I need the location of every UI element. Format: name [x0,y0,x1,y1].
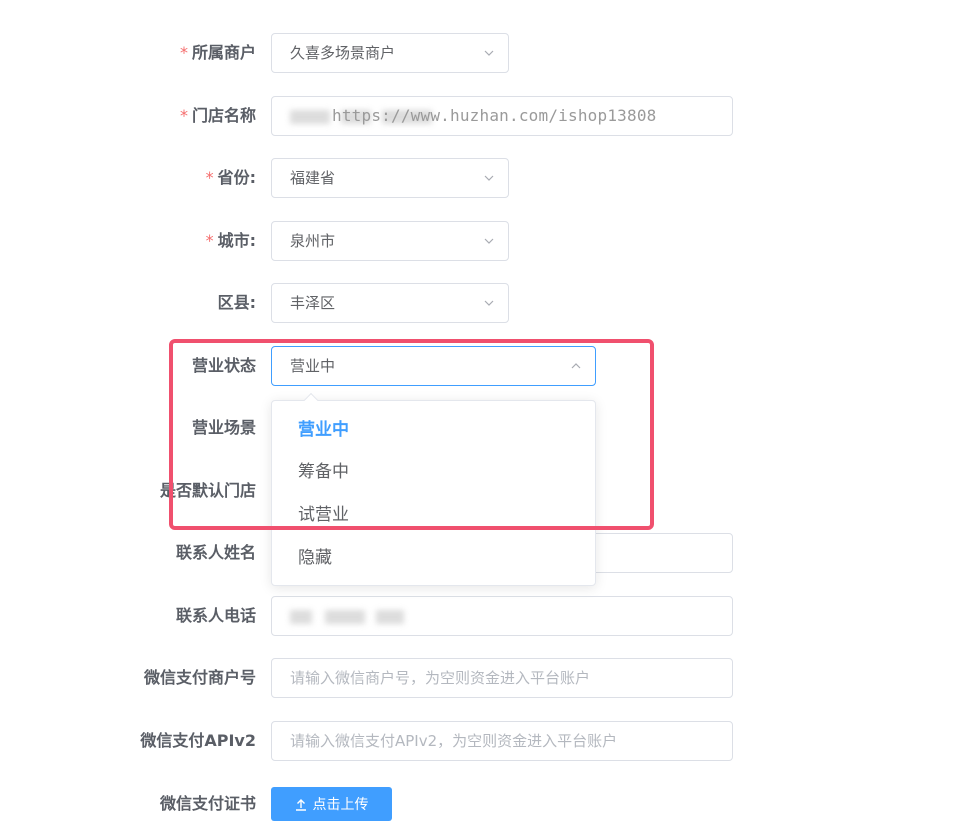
contact-phone-input[interactable] [271,596,733,636]
merchant-select[interactable]: 久喜多场景商户 [271,33,509,73]
business-scene-label: 营业场景 [191,418,256,437]
option-open[interactable]: 营业中 [272,410,595,450]
redacted-text [324,609,365,624]
city-value: 泉州市 [290,232,336,250]
business-status-select[interactable]: 营业中 [271,346,596,386]
upload-button-label: 点击上传 [312,796,369,812]
contact-phone-row: 联系人电话 [0,596,964,636]
city-select[interactable]: 泉州市 [271,221,509,261]
wechat-merchant-id-placeholder: 请输入微信商户号，为空则资金进入平台账户 [290,669,591,687]
chevron-down-icon [484,300,494,306]
chevron-up-icon [571,363,581,369]
redacted-text [290,609,312,624]
district-select[interactable]: 丰泽区 [271,283,509,323]
chevron-down-icon [484,50,494,56]
wechat-apiv2-label: 微信支付APIv2 [140,731,256,750]
option-hidden[interactable]: 隐藏 [272,538,595,578]
wechat-merchant-id-label: 微信支付商户号 [143,668,256,687]
city-row: * 城市: 泉州市 [0,221,964,261]
wechat-merchant-id-row: 微信支付商户号 请输入微信商户号，为空则资金进入平台账户 [0,658,964,698]
province-value: 福建省 [290,169,336,187]
district-label: 区县: [217,293,256,312]
watermark-text: https://www.huzhan.com/ishop13808 [332,106,657,125]
merchant-row: * 所属商户 久喜多场景商户 [0,33,964,73]
merchant-label: * 所属商户 [179,43,256,62]
province-label: * 省份: [205,168,256,187]
district-value: 丰泽区 [290,294,336,312]
wechat-cert-label: 微信支付证书 [159,794,256,813]
option-preparing[interactable]: 筹备中 [272,452,595,492]
merchant-value: 久喜多场景商户 [290,44,396,62]
redacted-text [290,109,330,124]
wechat-cert-row: 微信支付证书 [0,784,964,824]
default-store-label: 是否默认门店 [159,481,256,500]
chevron-down-icon [484,175,494,181]
upload-button[interactable]: 点击上传 [271,787,392,821]
province-row: * 省份: 福建省 [0,158,964,198]
upload-icon [295,799,306,811]
chevron-down-icon [484,238,494,244]
wechat-merchant-id-input[interactable]: 请输入微信商户号，为空则资金进入平台账户 [271,658,733,698]
city-label: * 城市: [205,231,256,250]
business-status-dropdown: 营业中 筹备中 试营业 隐藏 [271,392,596,586]
business-status-value: 营业中 [290,357,336,375]
redacted-text [375,609,404,624]
province-select[interactable]: 福建省 [271,158,509,198]
wechat-apiv2-row: 微信支付APIv2 请输入微信支付APIv2，为空则资金进入平台账户 [0,721,964,761]
business-status-label: 营业状态 [191,356,256,375]
wechat-apiv2-placeholder: 请输入微信支付APIv2，为空则资金进入平台账户 [290,732,618,750]
contact-phone-label: 联系人电话 [175,606,256,625]
wechat-apiv2-input[interactable]: 请输入微信支付APIv2，为空则资金进入平台账户 [271,721,733,761]
dropdown-arrow [303,392,319,408]
option-trial[interactable]: 试营业 [272,495,595,535]
store-name-label: * 门店名称 [179,106,256,125]
district-row: 区县: 丰泽区 [0,283,964,323]
contact-name-label: 联系人姓名 [175,543,256,562]
business-status-row: 营业状态 营业中 [0,346,964,386]
